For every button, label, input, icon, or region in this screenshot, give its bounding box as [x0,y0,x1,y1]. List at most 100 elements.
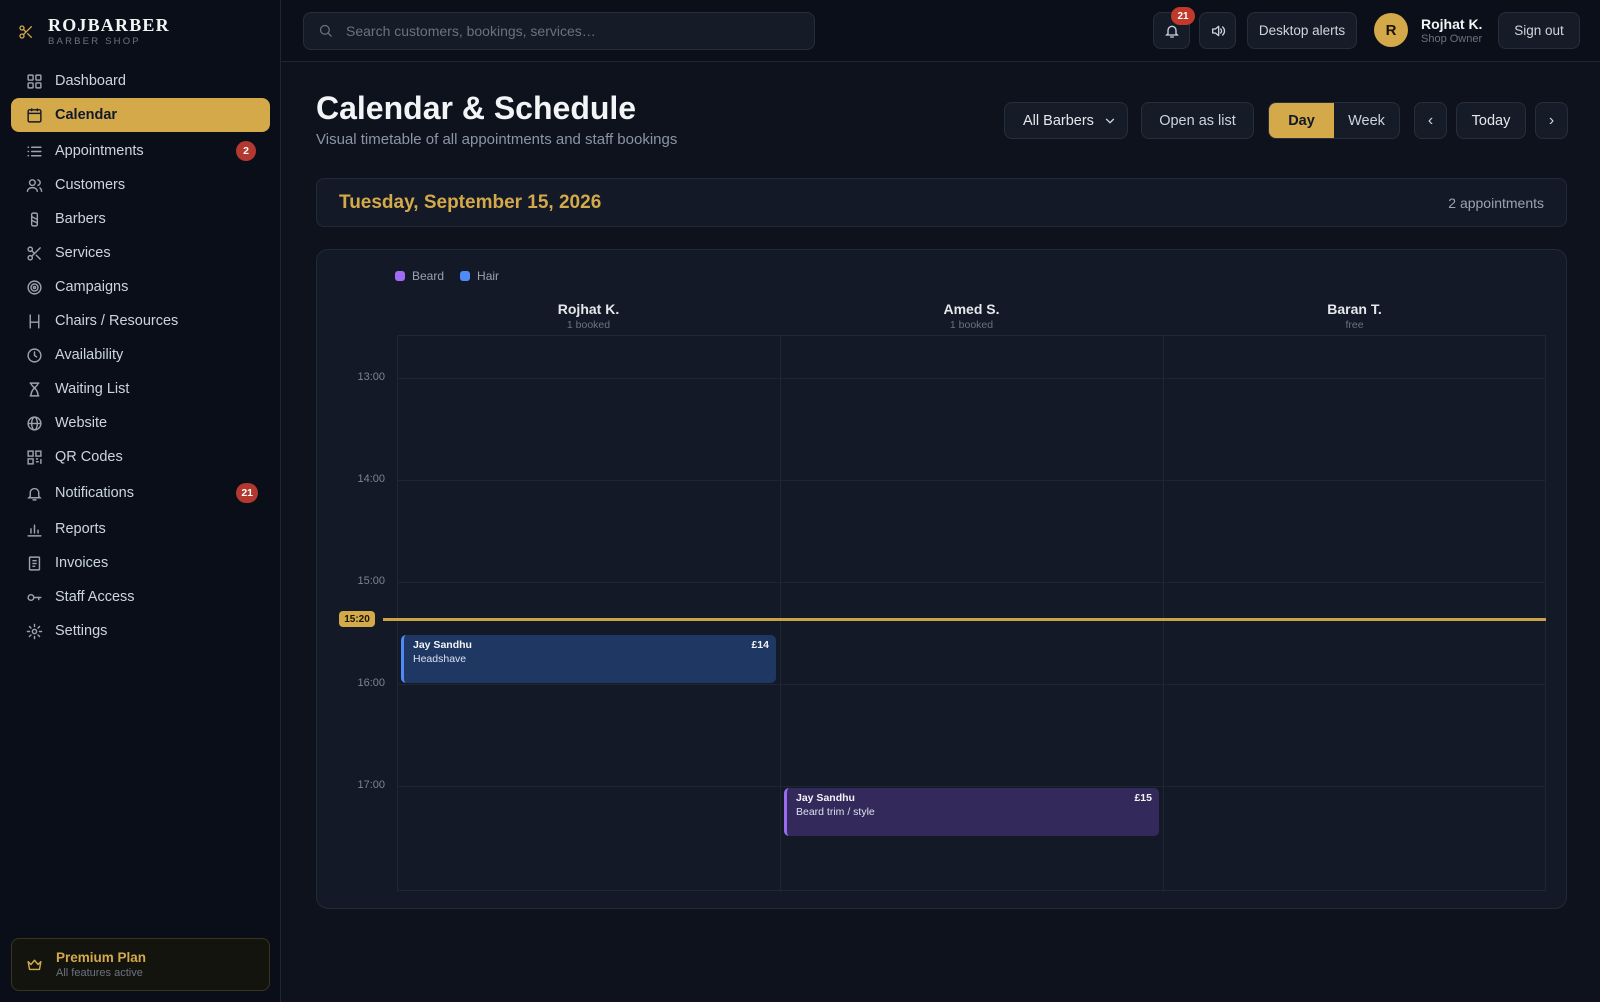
chair-icon [25,312,43,330]
sidebar-item-website[interactable]: Website [11,406,270,440]
sidebar-item-reports[interactable]: Reports [11,512,270,546]
sidebar-item-label: Notifications [55,485,134,501]
today-button[interactable]: Today [1456,102,1526,139]
sidebar-item-settings[interactable]: Settings [11,614,270,648]
hour-gridline [397,786,1546,787]
sound-toggle-button[interactable] [1199,12,1236,49]
qr-code-icon [25,448,43,466]
category-legend: Beard Hair [395,269,515,283]
bell-icon [25,484,43,502]
brand[interactable]: ROJBARBER BARBER SHOP [18,16,170,47]
sidebar-item-label: Website [55,415,108,431]
previous-day-button[interactable]: ‹ [1414,102,1447,139]
hour-label: 14:00 [357,473,385,485]
desktop-alerts-button[interactable]: Desktop alerts [1247,12,1357,49]
current-time-label: 15:20 [339,611,375,627]
brand-title: ROJBARBER [48,15,170,35]
sidebar-item-label: Availability [55,347,124,363]
sign-out-button[interactable]: Sign out [1498,12,1580,49]
plan-title: Premium Plan [56,950,147,965]
page-subtitle: Visual timetable of all appointments and… [316,131,678,148]
current-time-line [383,618,1546,621]
sidebar-item-calendar[interactable]: Calendar [11,98,270,132]
user-menu[interactable]: R Rojhat K. Shop Owner [1374,13,1482,47]
sidebar-item-services[interactable]: Services [11,236,270,270]
sidebar-item-invoices[interactable]: Invoices [11,546,270,580]
hour-label: 17:00 [357,779,385,791]
appointment-service: Headshave [413,653,467,665]
column-divider [780,336,781,892]
sidebar-item-dashboard[interactable]: Dashboard [11,64,270,98]
sidebar-item-campaigns[interactable]: Campaigns [11,270,270,304]
column-header-amed[interactable]: Amed S. 1 booked [780,301,1163,331]
sidebar-item-label: Chairs / Resources [55,313,179,329]
sidebar-item-label: Reports [55,521,106,537]
notifications-count-badge: 21 [236,483,258,503]
sidebar-item-label: Customers [55,177,126,193]
sidebar-item-chairs-resources[interactable]: Chairs / Resources [11,304,270,338]
sidebar-item-availability[interactable]: Availability [11,338,270,372]
barber-filter-select[interactable]: All Barbers [1004,102,1128,139]
appointment-block[interactable]: Jay Sandhu Headshave £14 [401,635,776,683]
clock-icon [25,346,43,364]
column-divider [1163,336,1164,892]
appointment-count: 2 appointments [1448,195,1544,211]
sidebar-item-waiting-list[interactable]: Waiting List [11,372,270,406]
hour-label: 13:00 [357,371,385,383]
sidebar-item-staff-access[interactable]: Staff Access [11,580,270,614]
sidebar-item-label: Settings [55,623,108,639]
legend-label: Beard [412,269,445,283]
gear-icon [25,622,43,640]
week-view-button[interactable]: Week [1334,103,1399,138]
column-header-rojhat[interactable]: Rojhat K. 1 booked [397,301,780,331]
hour-label: 15:00 [357,575,385,587]
search-input[interactable] [346,23,786,39]
sidebar-item-customers[interactable]: Customers [11,168,270,202]
hour-gridline [397,378,1546,379]
next-day-button[interactable]: › [1535,102,1568,139]
appointments-count-badge: 2 [236,141,256,161]
sidebar-item-qr-codes[interactable]: QR Codes [11,440,270,474]
open-as-list-button[interactable]: Open as list [1141,102,1254,139]
column-divider [1545,336,1546,892]
hair-color-swatch [460,271,471,281]
appointment-price: £15 [1134,792,1152,804]
user-role: Shop Owner [1421,32,1483,45]
appointment-customer: Jay Sandhu [413,639,472,651]
bar-chart-icon [25,520,43,538]
column-header-baran[interactable]: Baran T. free [1163,301,1546,331]
sidebar-item-barbers[interactable]: Barbers [11,202,270,236]
sidebar-item-notifications[interactable]: Notifications 21 [11,476,270,510]
time-grid[interactable]: Jay Sandhu Headshave £14 Jay Sandhu Bear… [397,335,1546,892]
appointment-price: £14 [751,639,769,651]
dashboard-icon [25,72,43,90]
legend-item-beard: Beard [395,269,444,283]
barber-booking-status: free [1345,319,1364,331]
barber-booking-status: 1 booked [566,319,611,331]
sidebar-item-label: Invoices [55,555,109,571]
sidebar-item-label: Services [55,245,111,261]
bell-icon [1164,23,1180,39]
speaker-icon [1210,23,1226,39]
hour-gridline [397,480,1546,481]
current-date: Tuesday, September 15, 2026 [339,192,602,213]
barber-filter-value: All Barbers [1023,112,1094,129]
hour-gridline [397,582,1546,583]
sidebar-nav: Dashboard Calendar Appointments 2 Custom… [11,64,270,648]
scissors-icon [25,244,43,262]
invoice-icon [25,554,43,572]
premium-plan-card[interactable]: Premium Plan All features active [11,938,270,991]
topbar: 21 Desktop alerts R Rojhat K. Shop Owner… [281,0,1600,62]
barber-name: Baran T. [1327,301,1382,317]
sidebar-item-label: Dashboard [55,73,126,89]
appointment-block[interactable]: Jay Sandhu Beard trim / style £15 [784,788,1159,836]
target-icon [25,278,43,296]
legend-label: Hair [477,269,500,283]
plan-subtitle: All features active [56,967,143,979]
day-view-button[interactable]: Day [1269,103,1334,138]
sidebar-item-label: Waiting List [55,381,130,397]
search-box[interactable] [303,12,815,50]
appointment-customer: Jay Sandhu [796,792,855,804]
legend-item-hair: Hair [460,269,499,283]
sidebar-item-appointments[interactable]: Appointments 2 [11,134,270,168]
